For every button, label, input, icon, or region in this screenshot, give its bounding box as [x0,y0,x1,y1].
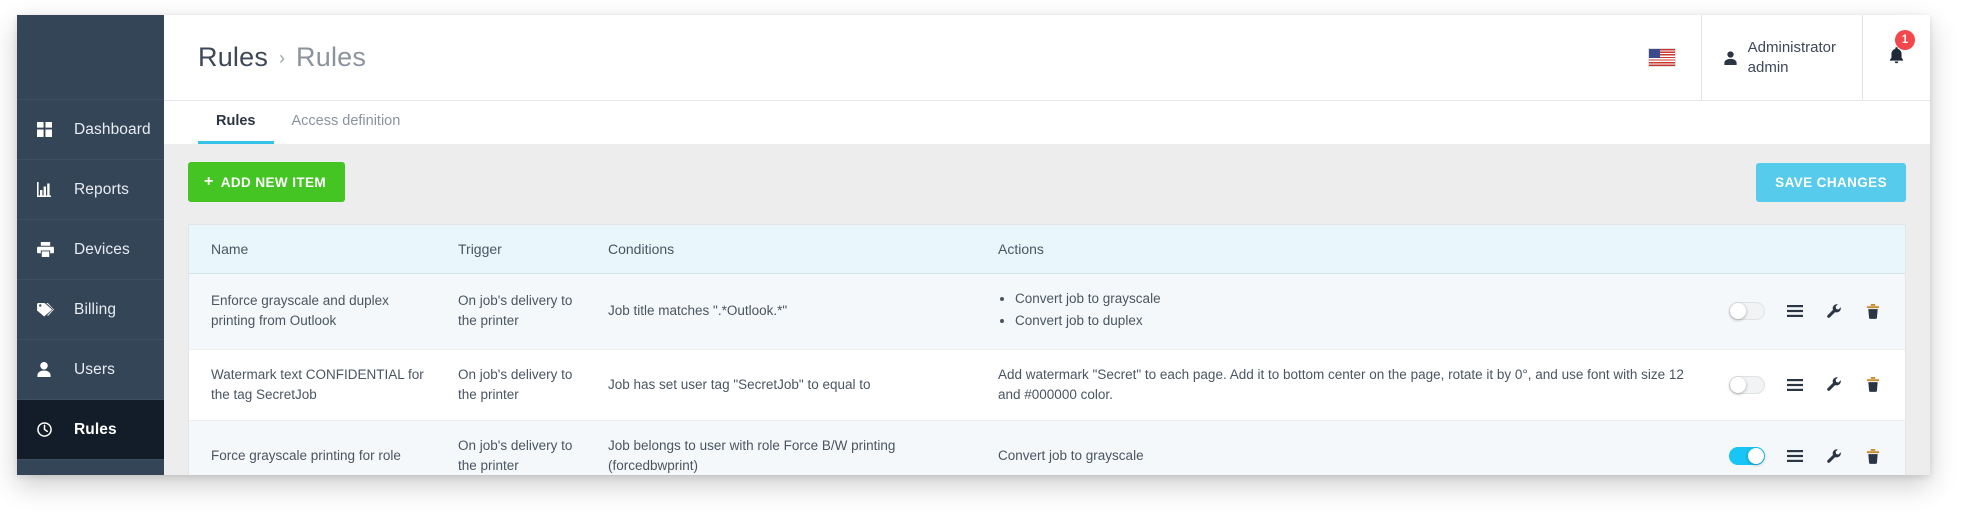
column-header-conditions[interactable]: Conditions [594,225,984,274]
user-icon [37,362,61,377]
column-header-controls [1715,225,1905,274]
rule-trigger: On job's delivery to the printer [444,349,594,421]
wrench-icon[interactable] [1825,376,1843,394]
add-new-item-label: ADD NEW ITEM [220,174,327,190]
main-area: Rules › Rules Administrator admin 1 Rule… [164,15,1930,475]
breadcrumb-current: Rules [296,42,367,72]
sidebar-item-label: Devices [74,240,130,258]
rule-trigger: On job's delivery to the printer [444,273,594,350]
rule-name: Enforce grayscale and duplex printing fr… [189,273,444,350]
sidebar-item-label: Dashboard [74,120,151,138]
notification-badge: 1 [1895,29,1915,50]
rule-action-item: Convert job to duplex [1015,311,1701,331]
rule-actions-list: Convert job to grayscale Convert job to … [998,289,1701,332]
sidebar-item-users[interactable]: Users [17,340,164,400]
rule-actions: Add watermark "Secret" to each page. Add… [984,349,1715,421]
rule-enabled-toggle[interactable] [1729,447,1765,466]
table-head: Name Trigger Conditions Actions [189,225,1905,274]
sidebar-item-dashboard[interactable]: Dashboard [17,100,164,160]
bar-chart-icon [37,182,61,197]
rule-actions: Convert job to grayscale [984,420,1715,475]
notifications-button[interactable]: 1 [1862,15,1930,100]
breadcrumb-separator-icon: › [279,48,286,68]
row-controls [1715,273,1905,350]
trash-icon[interactable] [1864,376,1882,394]
rule-conditions: Job title matches ".*Outlook.*" [594,273,984,350]
column-header-name[interactable]: Name [189,225,444,274]
rule-action-item: Convert job to grayscale [1015,289,1701,309]
sidebar-item-label: Billing [74,300,117,318]
rule-actions: Convert job to grayscale Convert job to … [984,273,1715,350]
row-controls [1715,420,1905,475]
menu-icon[interactable] [1786,302,1804,320]
user-display-name: Administrator [1747,39,1836,57]
user-login-name: admin [1747,58,1789,76]
sidebar-filler [17,460,164,475]
wrench-icon[interactable] [1825,302,1843,320]
rule-name: Watermark text CONFIDENTIAL for the tag … [189,349,444,421]
breadcrumb: Rules › Rules [164,15,1631,100]
table-row: Force grayscale printing for role On job… [189,420,1905,475]
bell-icon [1889,46,1904,69]
tab-label: Access definition [291,113,401,129]
rule-trigger: On job's delivery to the printer [444,420,594,475]
row-controls [1715,349,1905,421]
column-header-actions[interactable]: Actions [984,225,1715,274]
app-window: Dashboard Reports Devices Billing Users … [17,15,1930,475]
tab-label: Rules [216,113,256,129]
printer-icon [37,242,61,257]
rule-name: Force grayscale printing for role [189,420,444,475]
sidebar-item-reports[interactable]: Reports [17,160,164,220]
tab-bar: Rules Access definition [164,100,1930,144]
user-avatar-icon [1724,50,1737,65]
rule-conditions: Job belongs to user with role Force B/W … [594,420,984,475]
dashboard-icon [37,122,61,137]
language-selector[interactable] [1631,15,1701,100]
tag-icon [37,302,61,317]
rule-conditions: Job has set user tag "SecretJob" to equa… [594,349,984,421]
plus-icon: + [204,173,214,190]
table-row: Enforce grayscale and duplex printing fr… [189,273,1905,350]
table-row: Watermark text CONFIDENTIAL for the tag … [189,349,1905,421]
rule-enabled-toggle[interactable] [1729,375,1765,394]
table-body: Enforce grayscale and duplex printing fr… [189,273,1905,475]
sidebar-logo [17,15,164,100]
sidebar-item-label: Users [74,360,115,378]
us-flag-icon [1648,49,1675,66]
breadcrumb-parent[interactable]: Rules [198,42,268,73]
sidebar-item-rules[interactable]: Rules [17,400,164,460]
sidebar: Dashboard Reports Devices Billing Users … [17,15,164,475]
sidebar-item-label: Reports [74,180,129,198]
menu-icon[interactable] [1786,447,1804,465]
menu-icon[interactable] [1786,376,1804,394]
action-toolbar: + ADD NEW ITEM SAVE CHANGES [188,162,1906,202]
user-menu[interactable]: Administrator admin [1700,15,1862,100]
tab-rules[interactable]: Rules [198,101,274,144]
sidebar-item-billing[interactable]: Billing [17,280,164,340]
wrench-icon[interactable] [1825,447,1843,465]
save-changes-button[interactable]: SAVE CHANGES [1756,162,1906,202]
column-header-trigger[interactable]: Trigger [444,225,594,274]
tab-access-definition[interactable]: Access definition [274,101,419,144]
rules-table: Name Trigger Conditions Actions Enforce … [189,225,1905,475]
sidebar-item-devices[interactable]: Devices [17,220,164,280]
content-area: + ADD NEW ITEM SAVE CHANGES Name Trigger… [164,144,1930,475]
rules-table-card: Name Trigger Conditions Actions Enforce … [188,224,1906,475]
trash-icon[interactable] [1864,302,1882,320]
trash-icon[interactable] [1864,447,1882,465]
sidebar-item-label: Rules [74,420,117,438]
add-new-item-button[interactable]: + ADD NEW ITEM [188,162,346,202]
rule-enabled-toggle[interactable] [1729,302,1765,321]
table-header-row: Name Trigger Conditions Actions [189,225,1905,274]
top-header-bar: Rules › Rules Administrator admin 1 [164,15,1930,100]
clock-icon [37,422,61,437]
